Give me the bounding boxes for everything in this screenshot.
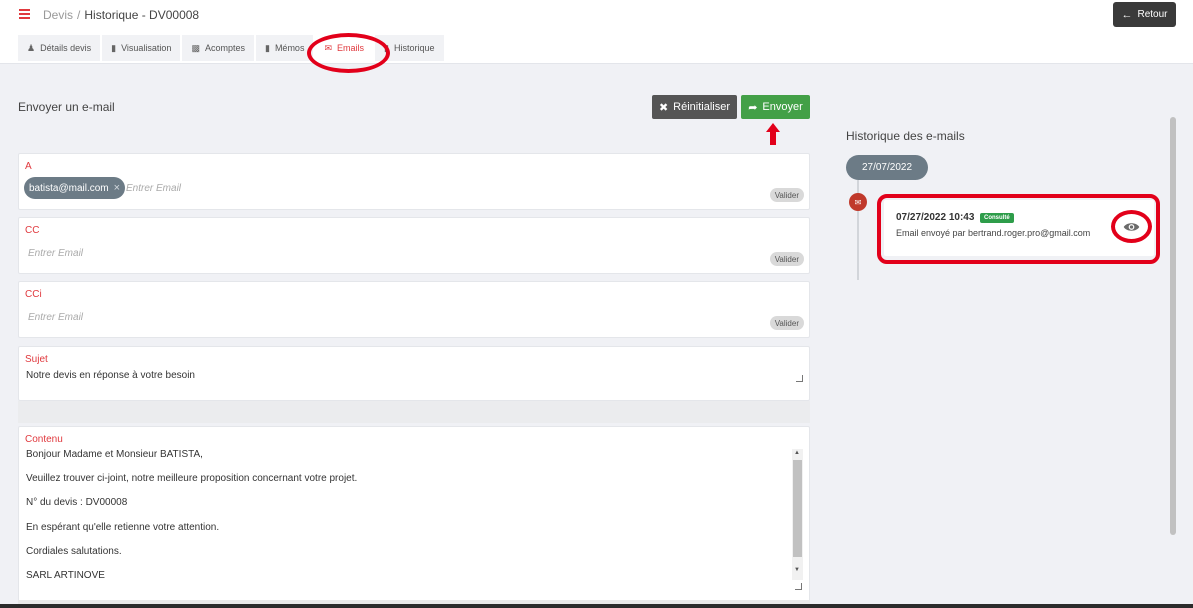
content-line: Cordiales salutations. <box>26 545 122 557</box>
email-chip-label: batista@mail.com <box>29 182 109 194</box>
status-badge: Consulté <box>980 213 1014 223</box>
to-email-input[interactable]: Entrer Email <box>126 183 181 194</box>
file-icon: ▮ <box>264 42 270 53</box>
content-line: Bonjour Madame et Monsieur BATISTA, <box>26 449 203 460</box>
file-icon: ▮ <box>384 42 389 53</box>
arrow-left-icon: ← <box>1121 8 1133 21</box>
to-field-card: A batista@mail.com × Entrer Email Valide… <box>18 153 810 210</box>
annotation-arrow-icon <box>766 123 780 145</box>
tab-bar: ♟ Détails devis ▮ Visualisation ▩ Acompt… <box>18 35 444 61</box>
content-editor[interactable]: Bonjour Madame et Monsieur BATISTA, Veui… <box>26 449 796 594</box>
file-icon: ▮ <box>111 42 117 53</box>
subject-label: Sujet <box>25 354 48 365</box>
date-group-badge: 27/07/2022 <box>846 155 928 180</box>
tab-acomptes[interactable]: ▩ Acomptes <box>182 35 254 61</box>
subject-footer <box>18 401 810 423</box>
breadcrumb-separator: / <box>77 8 81 22</box>
compose-title: Envoyer un e-mail <box>18 100 115 114</box>
cc-field-card: CC Entrer Email Valider <box>18 217 810 274</box>
close-icon: ✖ <box>658 101 669 114</box>
envelope-icon: ✉ <box>849 193 867 211</box>
tab-memos[interactable]: ▮ Mémos <box>255 35 314 61</box>
top-header: Devis / Historique - DV00008 ← Retour ♟ Dé… <box>0 0 1193 64</box>
tab-label: Mémos <box>274 43 305 53</box>
cc-validate-button[interactable]: Valider <box>769 252 804 266</box>
tab-details-devis[interactable]: ♟ Détails devis <box>18 35 101 61</box>
resize-handle-icon[interactable] <box>795 583 802 590</box>
tab-historique[interactable]: ▮ Historique <box>375 35 444 61</box>
reset-button[interactable]: ✖ Réinitialiser <box>652 95 737 119</box>
content-label: Contenu <box>25 434 63 445</box>
back-button-label: Retour <box>1137 9 1168 20</box>
resize-handle-icon[interactable] <box>796 375 803 382</box>
content-scrollbar[interactable]: ▲ ▼ <box>792 449 803 580</box>
cc-email-input[interactable]: Entrer Email <box>28 248 83 259</box>
scroll-up-icon[interactable]: ▲ <box>794 450 800 456</box>
cc-label: CC <box>25 225 40 236</box>
tab-label: Historique <box>393 43 435 53</box>
history-title: Historique des e-mails <box>846 129 965 143</box>
content-line: En espérant qu'elle retienne votre atten… <box>26 521 220 533</box>
bottom-edge <box>0 604 1193 608</box>
back-button[interactable]: ← Retour <box>1113 2 1176 27</box>
content-line: Veuillez trouver ci-joint, notre meilleu… <box>26 473 358 485</box>
scrollbar-thumb[interactable] <box>793 460 802 557</box>
scroll-down-icon[interactable]: ▼ <box>794 567 800 573</box>
send-button-label: Envoyer <box>762 101 803 113</box>
email-history-entry: 07/27/2022 10:43 Consulté Email envoyé p… <box>884 200 1154 256</box>
content-line: N° du devis : DV00008 <box>26 497 128 509</box>
content-field-card: Contenu Bonjour Madame et Monsieur BATIS… <box>18 426 810 604</box>
breadcrumb-current: Historique - DV00008 <box>84 8 200 22</box>
tab-label: Détails devis <box>40 43 92 53</box>
entry-description: Email envoyé par bertrand.roger.pro@gmai… <box>896 228 1091 238</box>
email-chip[interactable]: batista@mail.com × <box>24 177 126 199</box>
bcc-field-card: CCi Entrer Email Valider <box>18 281 810 338</box>
eye-icon[interactable] <box>1123 221 1140 233</box>
bcc-label: CCi <box>25 289 42 300</box>
tab-visualisation[interactable]: ▮ Visualisation <box>102 35 181 61</box>
hamburger-menu-icon[interactable] <box>19 9 30 19</box>
money-icon: ▩ <box>191 42 200 53</box>
tab-label: Emails <box>337 43 365 53</box>
entry-datetime: 07/27/2022 10:43 <box>896 212 975 223</box>
subject-field-card: Sujet Notre devis en réponse à votre bes… <box>18 346 810 401</box>
send-button[interactable]: ➦ Envoyer <box>741 95 810 119</box>
tab-label: Acomptes <box>204 43 245 53</box>
chip-remove-icon[interactable]: × <box>114 182 120 194</box>
bcc-email-input[interactable]: Entrer Email <box>28 312 83 323</box>
share-arrow-icon: ➦ <box>748 101 758 114</box>
user-icon: ♟ <box>27 42 36 53</box>
to-label: A <box>25 161 32 172</box>
subject-input[interactable]: Notre devis en réponse à votre besoin <box>26 370 195 381</box>
content-line: SARL ARTINOVE <box>26 569 105 581</box>
tab-label: Visualisation <box>121 43 172 53</box>
envelope-icon: ✉ <box>324 42 332 53</box>
bcc-validate-button[interactable]: Valider <box>769 316 804 330</box>
breadcrumb-root-link[interactable]: Devis <box>43 8 73 22</box>
tab-emails[interactable]: ✉ Emails <box>315 35 374 61</box>
to-validate-button[interactable]: Valider <box>769 188 804 202</box>
reset-button-label: Réinitialiser <box>673 101 731 113</box>
page-scrollbar[interactable] <box>1170 117 1176 535</box>
breadcrumb: Devis / Historique - DV00008 <box>43 8 199 22</box>
